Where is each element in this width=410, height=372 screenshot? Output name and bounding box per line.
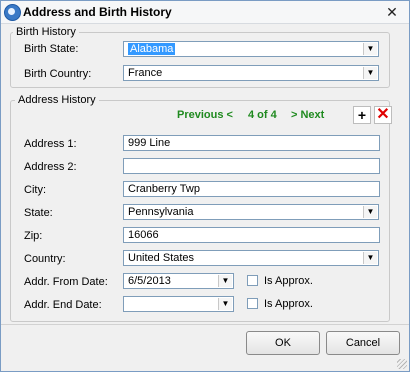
window-title: Address and Birth History xyxy=(23,5,172,19)
address2-label: Address 2: xyxy=(24,161,77,173)
city-field[interactable]: Cranberry Twp xyxy=(123,181,380,197)
birth-state-select[interactable]: Alabama ▼ xyxy=(123,41,379,57)
is-approx-end-label[interactable]: Is Approx. xyxy=(264,298,313,310)
city-value: Cranberry Twp xyxy=(128,183,200,195)
birth-state-value: Alabama xyxy=(128,43,176,55)
chevron-down-icon[interactable]: ▼ xyxy=(218,275,232,287)
from-date-picker[interactable]: 6/5/2013 ▼ xyxy=(123,273,234,289)
is-approx-from-label[interactable]: Is Approx. xyxy=(264,275,313,287)
app-icon xyxy=(4,4,21,21)
record-position: 4 of 4 xyxy=(248,109,277,121)
address1-value: 999 Line xyxy=(128,137,171,149)
zip-field[interactable]: 16066 xyxy=(123,227,380,243)
previous-link[interactable]: Previous < xyxy=(177,109,233,121)
delete-address-button[interactable]: ✕ xyxy=(374,106,392,124)
country-value: United States xyxy=(128,252,195,264)
address1-field[interactable]: 999 Line xyxy=(123,135,380,151)
country-select[interactable]: United States ▼ xyxy=(123,250,379,266)
from-date-label: Addr. From Date: xyxy=(24,276,108,288)
birth-country-select[interactable]: France ▼ xyxy=(123,65,379,81)
birth-history-legend: Birth History xyxy=(13,26,79,38)
address-birth-history-dialog: Address and Birth History ✕ Birth Histor… xyxy=(0,0,410,372)
title-bar: Address and Birth History ✕ xyxy=(1,1,409,24)
state-value: Pennsylvania xyxy=(128,206,194,218)
resize-grip[interactable] xyxy=(397,359,407,369)
end-date-picker[interactable]: ▼ xyxy=(123,296,234,312)
cancel-button[interactable]: Cancel xyxy=(326,331,400,355)
chevron-down-icon[interactable]: ▼ xyxy=(363,206,377,218)
chevron-down-icon[interactable]: ▼ xyxy=(363,252,377,264)
address1-label: Address 1: xyxy=(24,138,77,150)
zip-value: 16066 xyxy=(128,229,159,241)
from-date-value: 6/5/2013 xyxy=(128,275,171,287)
country-label: Country: xyxy=(24,253,66,265)
address2-field[interactable] xyxy=(123,158,380,174)
birth-state-label: Birth State: xyxy=(24,43,79,55)
chevron-down-icon[interactable]: ▼ xyxy=(363,67,377,79)
next-link[interactable]: > Next xyxy=(291,109,324,121)
city-label: City: xyxy=(24,184,46,196)
is-approx-from-checkbox[interactable] xyxy=(247,275,258,286)
state-select[interactable]: Pennsylvania ▼ xyxy=(123,204,379,220)
footer-divider xyxy=(1,324,409,325)
add-address-button[interactable]: + xyxy=(353,106,371,124)
is-approx-end-checkbox[interactable] xyxy=(247,298,258,309)
address-history-legend: Address History xyxy=(15,94,99,106)
chevron-down-icon[interactable]: ▼ xyxy=(218,298,232,310)
birth-country-value: France xyxy=(128,67,163,79)
ok-button[interactable]: OK xyxy=(246,331,320,355)
close-icon[interactable]: ✕ xyxy=(383,3,401,21)
chevron-down-icon[interactable]: ▼ xyxy=(363,43,377,55)
state-label: State: xyxy=(24,207,53,219)
end-date-label: Addr. End Date: xyxy=(24,299,102,311)
birth-country-label: Birth Country: xyxy=(24,68,92,80)
zip-label: Zip: xyxy=(24,230,43,242)
